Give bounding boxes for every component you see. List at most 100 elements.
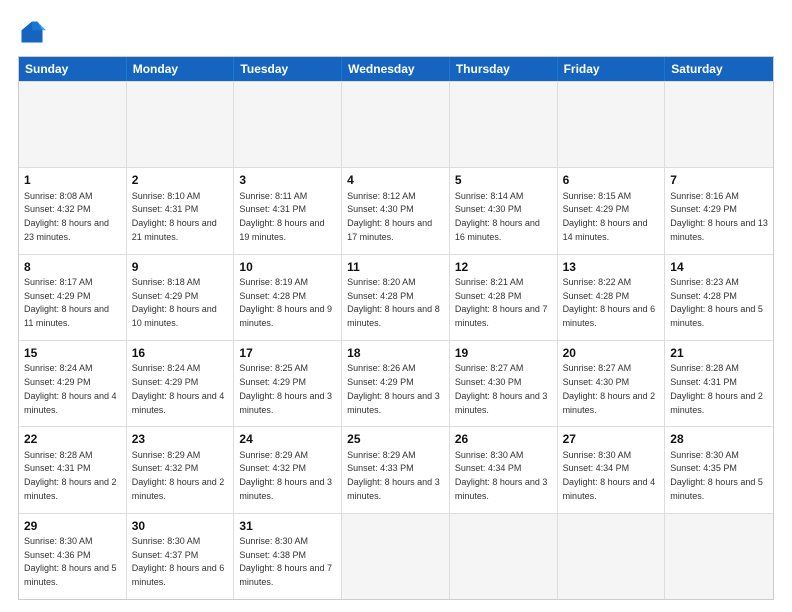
day-number: 10 <box>239 259 336 275</box>
sunrise-info: Sunrise: 8:27 AMSunset: 4:30 PMDaylight:… <box>455 363 548 414</box>
day-number: 15 <box>24 345 121 361</box>
calendar-cell: 26 Sunrise: 8:30 AMSunset: 4:34 PMDaylig… <box>450 427 558 512</box>
day-number: 2 <box>132 172 229 188</box>
calendar-cell: 25 Sunrise: 8:29 AMSunset: 4:33 PMDaylig… <box>342 427 450 512</box>
calendar-cell: 3 Sunrise: 8:11 AMSunset: 4:31 PMDayligh… <box>234 168 342 253</box>
day-number: 3 <box>239 172 336 188</box>
sunrise-info: Sunrise: 8:11 AMSunset: 4:31 PMDaylight:… <box>239 191 324 242</box>
sunrise-info: Sunrise: 8:24 AMSunset: 4:29 PMDaylight:… <box>132 363 225 414</box>
day-number: 9 <box>132 259 229 275</box>
calendar-cell: 8 Sunrise: 8:17 AMSunset: 4:29 PMDayligh… <box>19 255 127 340</box>
calendar-body: 1 Sunrise: 8:08 AMSunset: 4:32 PMDayligh… <box>19 81 773 599</box>
calendar-cell: 11 Sunrise: 8:20 AMSunset: 4:28 PMDaylig… <box>342 255 450 340</box>
calendar-cell: 6 Sunrise: 8:15 AMSunset: 4:29 PMDayligh… <box>558 168 666 253</box>
day-number: 23 <box>132 431 229 447</box>
sunrise-info: Sunrise: 8:30 AMSunset: 4:35 PMDaylight:… <box>670 450 763 501</box>
day-number: 7 <box>670 172 768 188</box>
calendar-cell: 9 Sunrise: 8:18 AMSunset: 4:29 PMDayligh… <box>127 255 235 340</box>
sunrise-info: Sunrise: 8:18 AMSunset: 4:29 PMDaylight:… <box>132 277 217 328</box>
sunrise-info: Sunrise: 8:25 AMSunset: 4:29 PMDaylight:… <box>239 363 332 414</box>
sunrise-info: Sunrise: 8:08 AMSunset: 4:32 PMDaylight:… <box>24 191 109 242</box>
calendar-cell: 5 Sunrise: 8:14 AMSunset: 4:30 PMDayligh… <box>450 168 558 253</box>
calendar-cell: 17 Sunrise: 8:25 AMSunset: 4:29 PMDaylig… <box>234 341 342 426</box>
day-number: 20 <box>563 345 660 361</box>
day-number: 11 <box>347 259 444 275</box>
sunrise-info: Sunrise: 8:24 AMSunset: 4:29 PMDaylight:… <box>24 363 117 414</box>
day-number: 24 <box>239 431 336 447</box>
calendar-cell: 29 Sunrise: 8:30 AMSunset: 4:36 PMDaylig… <box>19 514 127 599</box>
sunrise-info: Sunrise: 8:16 AMSunset: 4:29 PMDaylight:… <box>670 191 768 242</box>
calendar-cell: 27 Sunrise: 8:30 AMSunset: 4:34 PMDaylig… <box>558 427 666 512</box>
calendar-cell: 4 Sunrise: 8:12 AMSunset: 4:30 PMDayligh… <box>342 168 450 253</box>
page-header <box>18 18 774 46</box>
header-day-thursday: Thursday <box>450 57 558 81</box>
day-number: 22 <box>24 431 121 447</box>
day-number: 18 <box>347 345 444 361</box>
calendar-cell <box>342 514 450 599</box>
day-number: 21 <box>670 345 768 361</box>
header-day-wednesday: Wednesday <box>342 57 450 81</box>
calendar-cell <box>19 82 127 167</box>
sunrise-info: Sunrise: 8:12 AMSunset: 4:30 PMDaylight:… <box>347 191 432 242</box>
calendar-cell: 30 Sunrise: 8:30 AMSunset: 4:37 PMDaylig… <box>127 514 235 599</box>
sunrise-info: Sunrise: 8:30 AMSunset: 4:38 PMDaylight:… <box>239 536 332 587</box>
day-number: 13 <box>563 259 660 275</box>
day-number: 17 <box>239 345 336 361</box>
calendar-cell: 31 Sunrise: 8:30 AMSunset: 4:38 PMDaylig… <box>234 514 342 599</box>
day-number: 19 <box>455 345 552 361</box>
calendar-cell: 18 Sunrise: 8:26 AMSunset: 4:29 PMDaylig… <box>342 341 450 426</box>
header-day-tuesday: Tuesday <box>234 57 342 81</box>
calendar-cell: 12 Sunrise: 8:21 AMSunset: 4:28 PMDaylig… <box>450 255 558 340</box>
header-day-sunday: Sunday <box>19 57 127 81</box>
calendar-cell: 1 Sunrise: 8:08 AMSunset: 4:32 PMDayligh… <box>19 168 127 253</box>
day-number: 16 <box>132 345 229 361</box>
calendar-cell <box>665 82 773 167</box>
calendar-cell <box>234 82 342 167</box>
calendar-page: SundayMondayTuesdayWednesdayThursdayFrid… <box>0 0 792 612</box>
day-number: 5 <box>455 172 552 188</box>
calendar-cell <box>450 82 558 167</box>
calendar-cell <box>342 82 450 167</box>
sunrise-info: Sunrise: 8:28 AMSunset: 4:31 PMDaylight:… <box>24 450 117 501</box>
calendar-cell: 28 Sunrise: 8:30 AMSunset: 4:35 PMDaylig… <box>665 427 773 512</box>
calendar-row-2: 8 Sunrise: 8:17 AMSunset: 4:29 PMDayligh… <box>19 254 773 340</box>
sunrise-info: Sunrise: 8:20 AMSunset: 4:28 PMDaylight:… <box>347 277 440 328</box>
calendar-row-4: 22 Sunrise: 8:28 AMSunset: 4:31 PMDaylig… <box>19 426 773 512</box>
sunrise-info: Sunrise: 8:30 AMSunset: 4:34 PMDaylight:… <box>455 450 548 501</box>
calendar-cell <box>558 514 666 599</box>
calendar-cell <box>665 514 773 599</box>
header-day-monday: Monday <box>127 57 235 81</box>
sunrise-info: Sunrise: 8:23 AMSunset: 4:28 PMDaylight:… <box>670 277 763 328</box>
day-number: 6 <box>563 172 660 188</box>
sunrise-info: Sunrise: 8:21 AMSunset: 4:28 PMDaylight:… <box>455 277 548 328</box>
sunrise-info: Sunrise: 8:10 AMSunset: 4:31 PMDaylight:… <box>132 191 217 242</box>
day-number: 1 <box>24 172 121 188</box>
day-number: 28 <box>670 431 768 447</box>
header-day-friday: Friday <box>558 57 666 81</box>
sunrise-info: Sunrise: 8:17 AMSunset: 4:29 PMDaylight:… <box>24 277 109 328</box>
logo-icon <box>18 18 46 46</box>
sunrise-info: Sunrise: 8:14 AMSunset: 4:30 PMDaylight:… <box>455 191 540 242</box>
calendar-cell: 14 Sunrise: 8:23 AMSunset: 4:28 PMDaylig… <box>665 255 773 340</box>
calendar-cell <box>450 514 558 599</box>
sunrise-info: Sunrise: 8:30 AMSunset: 4:34 PMDaylight:… <box>563 450 656 501</box>
day-number: 31 <box>239 518 336 534</box>
sunrise-info: Sunrise: 8:29 AMSunset: 4:32 PMDaylight:… <box>239 450 332 501</box>
calendar-cell: 19 Sunrise: 8:27 AMSunset: 4:30 PMDaylig… <box>450 341 558 426</box>
day-number: 25 <box>347 431 444 447</box>
calendar-cell: 13 Sunrise: 8:22 AMSunset: 4:28 PMDaylig… <box>558 255 666 340</box>
sunrise-info: Sunrise: 8:27 AMSunset: 4:30 PMDaylight:… <box>563 363 656 414</box>
day-number: 30 <box>132 518 229 534</box>
day-number: 8 <box>24 259 121 275</box>
sunrise-info: Sunrise: 8:26 AMSunset: 4:29 PMDaylight:… <box>347 363 440 414</box>
logo <box>18 18 50 46</box>
day-number: 26 <box>455 431 552 447</box>
day-number: 4 <box>347 172 444 188</box>
sunrise-info: Sunrise: 8:28 AMSunset: 4:31 PMDaylight:… <box>670 363 763 414</box>
calendar-cell <box>127 82 235 167</box>
sunrise-info: Sunrise: 8:30 AMSunset: 4:37 PMDaylight:… <box>132 536 225 587</box>
calendar-cell: 20 Sunrise: 8:27 AMSunset: 4:30 PMDaylig… <box>558 341 666 426</box>
sunrise-info: Sunrise: 8:30 AMSunset: 4:36 PMDaylight:… <box>24 536 117 587</box>
calendar-cell: 7 Sunrise: 8:16 AMSunset: 4:29 PMDayligh… <box>665 168 773 253</box>
sunrise-info: Sunrise: 8:29 AMSunset: 4:33 PMDaylight:… <box>347 450 440 501</box>
